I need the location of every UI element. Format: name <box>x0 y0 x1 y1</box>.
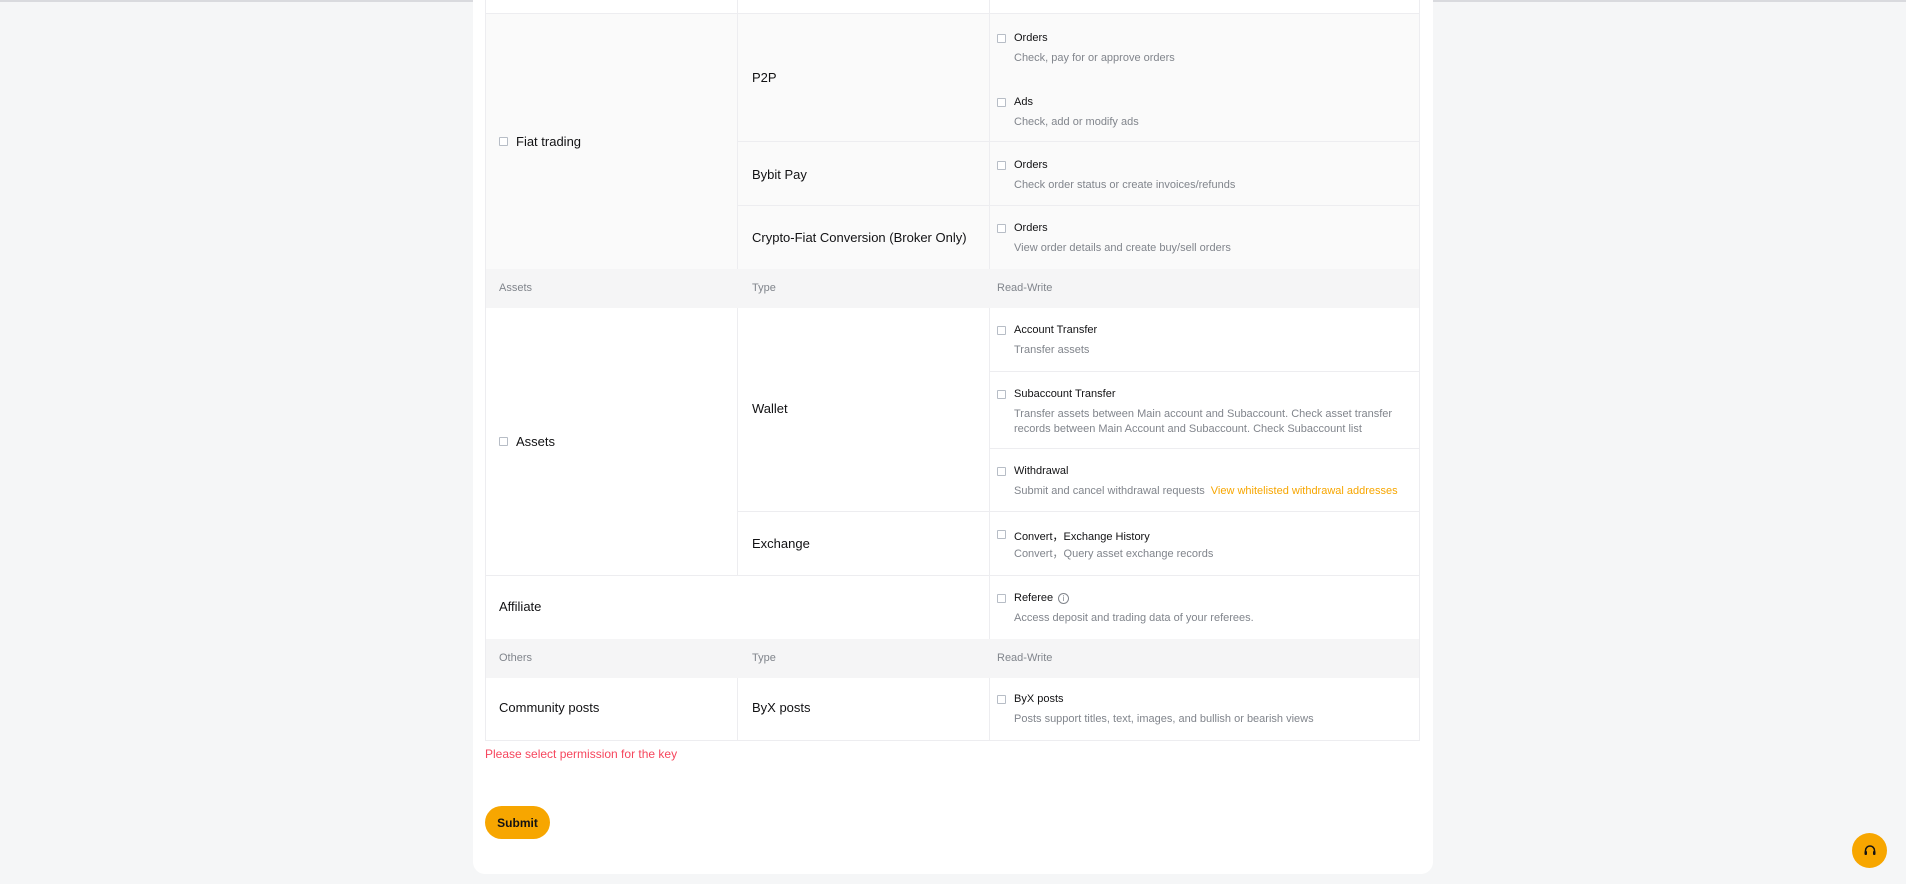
p2p-ads-checkbox[interactable] <box>997 98 1006 107</box>
permission-desc: Submit and cancel withdrawal requests Vie… <box>1014 484 1414 499</box>
assets-label: Assets <box>516 434 556 449</box>
assets-table-header: Assets Type Read-Write <box>486 269 1419 308</box>
permission-desc: Check, add or modify ads <box>1014 116 1139 128</box>
permission-title: Withdrawal <box>1014 465 1069 477</box>
permission-desc: Transfer assets <box>1014 344 1090 356</box>
assets-section: Assets Wallet Account Transfer Transfer … <box>486 308 1419 575</box>
header-col-type: Type <box>752 282 776 294</box>
permission-title: Referee i <box>1014 592 1070 604</box>
permission-desc: Check, pay for or approve orders <box>1014 52 1175 64</box>
crypto-fiat-type: Crypto-Fiat Conversion (Broker Only) <box>752 230 967 245</box>
permission-title: Orders <box>1014 159 1048 171</box>
subaccount-transfer-checkbox[interactable] <box>997 390 1006 399</box>
permission-desc: View order details and create buy/sell o… <box>1014 242 1231 254</box>
bybit-pay-type: Bybit Pay <box>752 167 807 182</box>
byx-posts-type: ByX posts <box>752 700 811 715</box>
affiliate-label: Affiliate <box>499 599 542 614</box>
header-col-read-write: Read-Write <box>997 652 1053 664</box>
fiat-trading-category[interactable]: Fiat trading <box>499 134 581 149</box>
permission-desc: Convert，Query asset exchange records <box>1014 548 1214 560</box>
header-col-category: Others <box>499 652 533 664</box>
api-permissions-card: Fiat trading P2P Orders Check, pay for o… <box>473 0 1433 874</box>
header-col-type: Type <box>752 652 776 664</box>
p2p-type: P2P <box>752 70 777 85</box>
bybit-pay-orders-checkbox[interactable] <box>997 161 1006 170</box>
community-section: Community posts ByX posts ByX posts Post… <box>486 678 1419 741</box>
assets-checkbox[interactable] <box>499 437 508 446</box>
submit-button[interactable]: Submit <box>485 806 550 839</box>
community-posts-label: Community posts <box>499 700 600 715</box>
account-transfer-checkbox[interactable] <box>997 326 1006 335</box>
headset-icon <box>1864 844 1875 855</box>
assets-category[interactable]: Assets <box>499 434 555 449</box>
exchange-type: Exchange <box>752 536 810 551</box>
crypto-fiat-orders-checkbox[interactable] <box>997 224 1006 233</box>
permission-desc: Check order status or create invoices/re… <box>1014 179 1236 191</box>
header-col-category: Assets <box>499 282 533 294</box>
permission-title: Orders <box>1014 32 1048 44</box>
p2p-orders-checkbox[interactable] <box>997 34 1006 43</box>
permission-desc: Access deposit and trading data of your … <box>1014 612 1254 624</box>
fiat-trading-checkbox[interactable] <box>499 137 508 146</box>
fiat-trading-label: Fiat trading <box>516 134 582 149</box>
permission-title: ByX posts <box>1014 693 1064 705</box>
permission-title: Account Transfer <box>1014 324 1098 336</box>
view-whitelisted-addresses-link[interactable]: View whitelisted withdrawal addresses <box>1211 485 1398 497</box>
permission-desc: Posts support titles, text, images, and … <box>1014 713 1314 725</box>
withdrawal-desc-text: Submit and cancel withdrawal requests <box>1014 485 1205 497</box>
fiat-trading-section: Fiat trading P2P Orders Check, pay for o… <box>486 14 1419 269</box>
affiliate-section: Affiliate Referee i Access deposit and tr… <box>486 576 1419 639</box>
referee-title-text: Referee <box>1014 592 1054 604</box>
permission-error-message: Please select permission for the key <box>485 747 678 761</box>
referee-checkbox[interactable] <box>997 594 1006 603</box>
permissions-table: Fiat trading P2P Orders Check, pay for o… <box>485 0 1420 741</box>
withdrawal-checkbox[interactable] <box>997 467 1006 476</box>
others-table-header: Others Type Read-Write <box>486 639 1419 678</box>
permission-title: Subaccount Transfer <box>1014 388 1116 400</box>
permission-title: Orders <box>1014 222 1048 234</box>
permission-title: Ads <box>1014 96 1033 108</box>
wallet-type: Wallet <box>752 401 788 416</box>
info-circle-icon[interactable]: i <box>1058 592 1070 604</box>
support-chat-button[interactable] <box>1852 833 1887 868</box>
byx-posts-checkbox[interactable] <box>997 695 1006 704</box>
convert-exchange-checkbox[interactable] <box>997 530 1006 539</box>
permission-desc: Transfer assets between Main account and… <box>1014 408 1393 435</box>
permission-title: Convert，Exchange History <box>1014 531 1150 543</box>
header-col-read-write: Read-Write <box>997 282 1053 294</box>
